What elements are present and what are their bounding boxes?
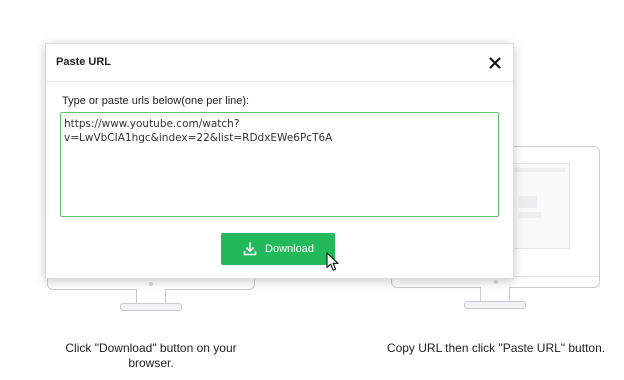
left-caption: Click "Download" button on your browser.: [65, 341, 237, 370]
stage: Click "Download" button on your browser.…: [0, 0, 624, 380]
right-monitor-power-dot: [493, 280, 498, 284]
mouse-cursor-icon: [326, 252, 340, 272]
download-icon: [242, 241, 258, 257]
close-icon: [486, 54, 504, 72]
right-caption: Copy URL then click "Paste URL" button.: [386, 341, 606, 355]
url-input-label: Type or paste urls below(one per line):: [62, 95, 250, 107]
right-monitor-base: [464, 301, 526, 309]
dialog-title: Paste URL: [56, 56, 112, 68]
download-button[interactable]: Download: [221, 233, 335, 265]
dialog-header: Paste URL: [46, 44, 513, 82]
close-button[interactable]: [486, 54, 504, 72]
url-input[interactable]: https://www.youtube.com/watch?v=LwVbCIA1…: [60, 112, 499, 217]
download-button-label: Download: [265, 243, 314, 255]
paste-url-dialog: Paste URL Type or paste urls below(one p…: [45, 43, 514, 279]
left-monitor-base: [120, 303, 182, 311]
left-monitor-power-dot: [149, 282, 153, 286]
